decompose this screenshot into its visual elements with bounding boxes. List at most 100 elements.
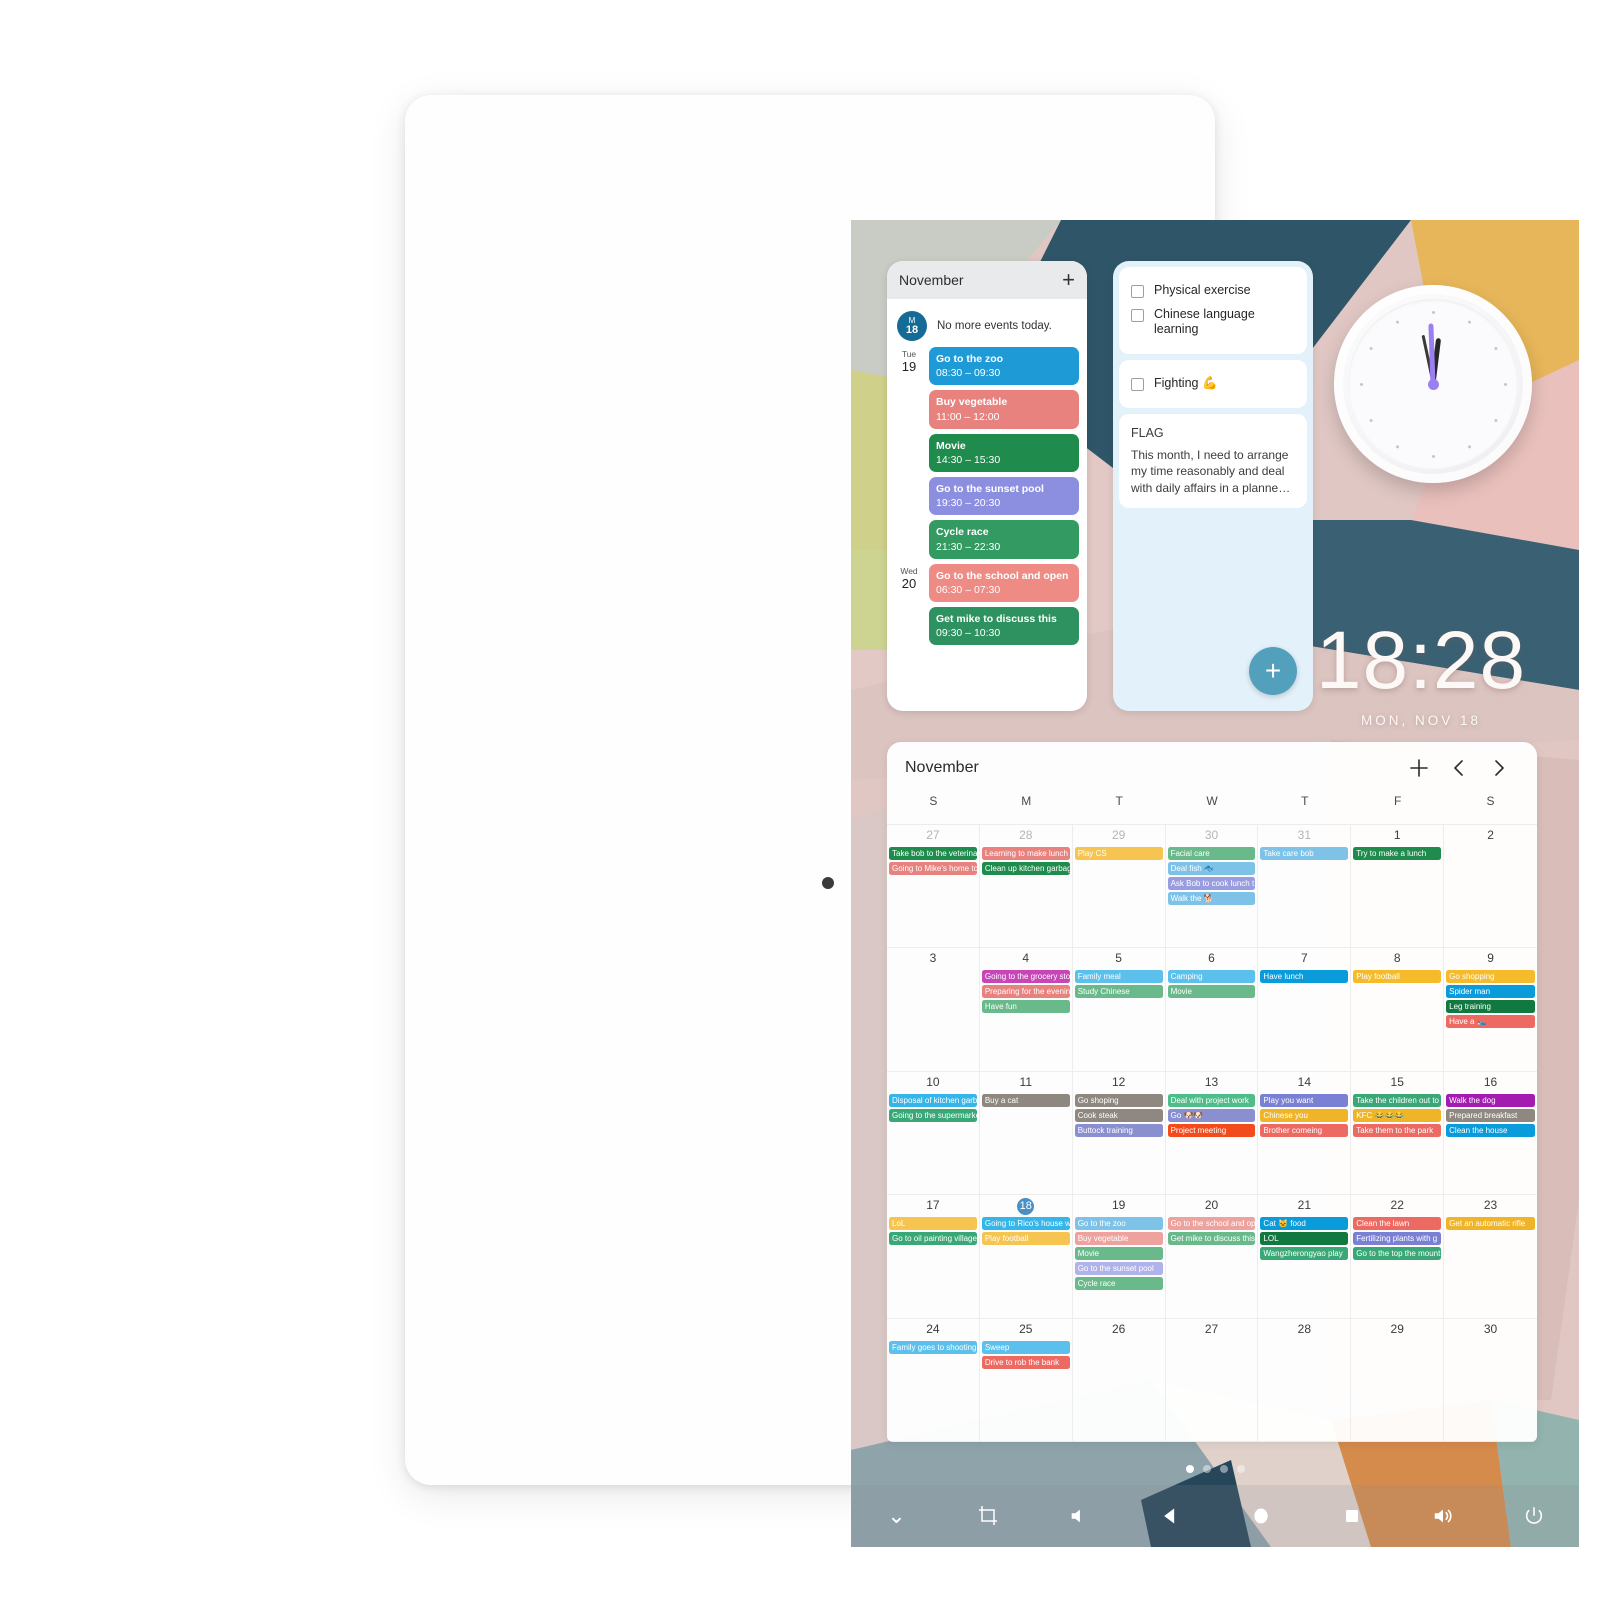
calendar-event[interactable]: Have fun (981, 1000, 1070, 1014)
calendar-day-cell[interactable]: 1 Try to make a lunch (1351, 825, 1445, 949)
calendar-day-cell[interactable]: 22 Clean the lawn Fertilizing plants with … (1351, 1195, 1445, 1319)
calendar-next-month-button[interactable] (1479, 748, 1519, 788)
calendar-event[interactable]: Drive to rob the bank (981, 1355, 1070, 1369)
calendar-day-cell[interactable]: 24 Family goes to shooting (887, 1318, 980, 1442)
calendar-day-cell[interactable]: 11 Buy a cat (979, 1071, 1073, 1196)
calendar-day-cell[interactable]: 14 Play you want Chinese you Brother comein… (1258, 1071, 1352, 1196)
calendar-event[interactable]: Go shoping (1074, 1093, 1163, 1107)
calendar-event[interactable]: Play football (1353, 970, 1442, 984)
calendar-day-cell[interactable]: 15 Take the children out to KFC 😂😂😂 Take th… (1351, 1071, 1445, 1196)
calendar-event[interactable]: Cycle race (1074, 1277, 1163, 1291)
agenda-event[interactable]: Movie 14:30 – 15:30 (929, 433, 1079, 473)
calendar-event[interactable]: Fertilizing plants with g (1353, 1232, 1442, 1246)
calendar-event[interactable]: Buy vegetable (1074, 1232, 1163, 1246)
calendar-event[interactable]: Have lunch (1260, 970, 1349, 984)
calendar-day-cell[interactable]: 30 Facial care Deal fish 🐟 Ask Bob to cook … (1165, 825, 1259, 949)
analog-clock-widget[interactable] (1334, 285, 1532, 483)
calendar-event[interactable]: Study Chinese (1074, 985, 1163, 999)
calendar-event[interactable]: Walk the dog (1446, 1093, 1535, 1107)
calendar-event[interactable]: Facial care (1167, 847, 1256, 860)
calendar-event[interactable]: Family meal (1074, 970, 1163, 984)
screenshot-crop-icon[interactable] (967, 1495, 1009, 1537)
calendar-event[interactable]: Clean the lawn (1353, 1217, 1442, 1231)
calendar-event[interactable]: Get mike to discuss this (1167, 1232, 1256, 1246)
calendar-day-cell[interactable]: 28 Learning to make lunch Clean up kitchen… (979, 825, 1073, 949)
agenda-add-event-button[interactable]: + (1062, 269, 1075, 291)
calendar-prev-month-button[interactable] (1439, 748, 1479, 788)
calendar-day-cell[interactable]: 27 (1165, 1318, 1259, 1442)
calendar-event[interactable]: Wangzherongyao play (1260, 1247, 1349, 1261)
page-dot-3[interactable] (1236, 1465, 1245, 1473)
calendar-event[interactable]: Spider man (1446, 985, 1535, 999)
calendar-event[interactable]: Go to the zoo (1074, 1217, 1163, 1231)
calendar-event[interactable]: Take the children out to (1353, 1093, 1442, 1107)
calendar-event[interactable]: Deal fish 🐟 (1167, 862, 1256, 875)
calendar-event[interactable]: Take care bob (1260, 847, 1349, 860)
calendar-event[interactable]: LOL (1260, 1232, 1349, 1246)
calendar-event[interactable]: Walk the 🐕 (1167, 892, 1256, 905)
page-dot-2[interactable] (1219, 1465, 1228, 1473)
calendar-event[interactable]: Buy a cat (981, 1093, 1070, 1107)
power-icon[interactable] (1513, 1495, 1555, 1537)
calendar-day-cell[interactable]: 18 Going to Rico's house w Play football (979, 1195, 1073, 1319)
calendar-event[interactable]: Going to the supermarket (889, 1108, 977, 1122)
page-dot-1[interactable] (1202, 1465, 1211, 1473)
calendar-event[interactable]: Going to Rico's house w (981, 1217, 1070, 1231)
digital-clock-widget[interactable]: 18:28 MON, NOV 18 (1271, 620, 1571, 729)
calendar-day-cell[interactable]: 5 Family meal Study Chinese (1072, 948, 1166, 1072)
calendar-event[interactable]: Prepared breakfast (1446, 1108, 1535, 1122)
calendar-event[interactable]: Play you want (1260, 1093, 1349, 1107)
calendar-day-cell[interactable]: 21 Cat 🐱 food LOL Wangzherongyao play (1258, 1195, 1352, 1319)
calendar-event[interactable]: Chinese you (1260, 1108, 1349, 1122)
collapse-chevron-icon[interactable]: ⌄ (876, 1495, 918, 1537)
calendar-event[interactable]: Movie (1167, 985, 1256, 999)
agenda-event[interactable]: Cycle race 21:30 – 22:30 (929, 520, 1079, 559)
page-dot-0[interactable] (1185, 1465, 1194, 1473)
calendar-day-cell[interactable]: 17 LoL Go to oil painting village (887, 1195, 980, 1319)
calendar-event[interactable]: Go to the sunset pool (1074, 1262, 1163, 1276)
calendar-event[interactable]: Going to the grocery store (981, 970, 1070, 984)
calendar-event[interactable]: Disposal of kitchen garbage (889, 1093, 977, 1107)
calendar-day-cell[interactable]: 7 Have lunch (1258, 948, 1352, 1072)
calendar-day-cell[interactable]: 25 Sweep Drive to rob the bank (979, 1318, 1073, 1442)
home-page-indicator[interactable] (851, 1465, 1579, 1473)
calendar-event[interactable]: Clean up kitchen garbage (981, 862, 1070, 875)
home-icon[interactable] (1240, 1495, 1282, 1537)
calendar-event[interactable]: Have a 🛌 (1446, 1015, 1535, 1029)
calendar-day-cell[interactable]: 28 (1258, 1318, 1352, 1442)
calendar-event[interactable]: KFC 😂😂😂 (1353, 1108, 1442, 1122)
calendar-month-panel[interactable]: November SMTWTFS 27 Take bob to the veter… (887, 742, 1537, 1442)
calendar-event[interactable]: Cat 🐱 food (1260, 1217, 1349, 1231)
recents-icon[interactable] (1331, 1495, 1373, 1537)
calendar-event[interactable]: Play CS (1074, 847, 1163, 860)
calendar-day-cell[interactable]: 27 Take bob to the veterinary Going to Mik… (887, 825, 980, 949)
calendar-event[interactable]: Go to oil painting village (889, 1232, 977, 1246)
calendar-day-cell[interactable]: 3 (887, 948, 980, 1072)
agenda-event[interactable]: Go to the school and open 06:30 – 07:30 (929, 563, 1079, 603)
calendar-event[interactable]: Brother comeing (1260, 1123, 1349, 1137)
calendar-event[interactable]: Going to Mike's home to (889, 862, 977, 875)
task-item[interactable]: Physical exercise (1131, 279, 1295, 303)
calendar-event[interactable]: Leg training (1446, 1000, 1535, 1014)
calendar-day-cell[interactable]: 26 (1072, 1318, 1166, 1442)
task-item[interactable]: Chinese language learning (1131, 303, 1295, 342)
calendar-day-cell[interactable]: 20 Go to the school and op Get mike to dis… (1165, 1195, 1259, 1319)
calendar-day-cell[interactable]: 29 Play CS (1072, 825, 1166, 949)
calendar-day-cell[interactable]: 9 Go shopping Spider man Leg training Have a… (1444, 948, 1537, 1072)
calendar-day-cell[interactable]: 31 Take care bob (1258, 825, 1352, 949)
calendar-event[interactable]: Camping (1167, 970, 1256, 984)
task-checkbox-icon[interactable] (1131, 377, 1144, 391)
calendar-day-cell[interactable]: 6 Camping Movie (1165, 948, 1259, 1072)
calendar-day-cell[interactable]: 8 Play football (1351, 948, 1445, 1072)
volume-down-icon[interactable] (1058, 1495, 1100, 1537)
calendar-event[interactable]: Play football (981, 1232, 1070, 1246)
calendar-event[interactable]: Ask Bob to cook lunch t (1167, 877, 1256, 890)
volume-up-icon[interactable] (1422, 1495, 1464, 1537)
agenda-event[interactable]: Go to the sunset pool 19:30 – 20:30 (929, 477, 1079, 516)
task-checkbox-icon[interactable] (1131, 285, 1144, 298)
calendar-event[interactable]: Get an automatic rifle (1446, 1217, 1535, 1231)
calendar-day-cell[interactable]: 16 Walk the dog Prepared breakfast Clean th… (1444, 1072, 1537, 1196)
note-card[interactable]: FLAG This month, I need to arrange my ti… (1119, 413, 1307, 509)
calendar-day-cell[interactable]: 30 (1444, 1319, 1537, 1442)
calendar-event[interactable]: Buttock training (1074, 1123, 1163, 1137)
